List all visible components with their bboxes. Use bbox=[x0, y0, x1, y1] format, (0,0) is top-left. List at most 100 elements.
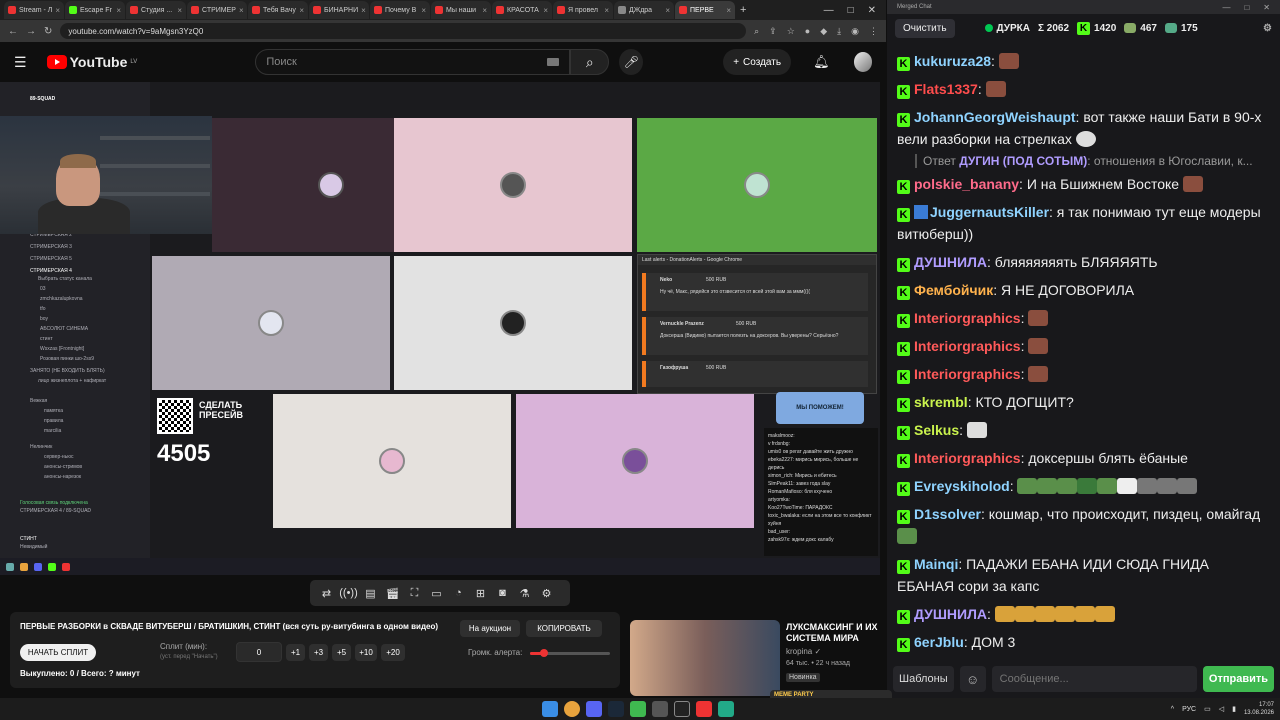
increment-button[interactable]: +3 bbox=[309, 644, 328, 661]
minimize-icon[interactable]: — bbox=[824, 5, 834, 16]
alert-volume-knob[interactable] bbox=[539, 649, 548, 657]
card-icon[interactable]: ▤ bbox=[362, 585, 379, 602]
star-icon[interactable]: ☆ bbox=[787, 26, 795, 37]
browser-tab[interactable]: Мы наши × bbox=[431, 1, 491, 19]
close-icon[interactable]: ✕ bbox=[1263, 3, 1270, 12]
close-icon[interactable]: × bbox=[177, 6, 182, 15]
browser-tab[interactable]: БИНАРНИ × bbox=[309, 1, 369, 19]
recommended-thumbnail[interactable] bbox=[630, 620, 780, 696]
emoji-button[interactable]: ☺ bbox=[959, 666, 986, 692]
hamburger-menu-icon[interactable]: ☰ bbox=[14, 54, 31, 71]
close-icon[interactable]: × bbox=[299, 6, 304, 15]
youtube-logo[interactable]: YouTube LV bbox=[46, 54, 137, 70]
flask-icon[interactable]: ⚗ bbox=[516, 585, 533, 602]
search-input[interactable]: Поиск bbox=[255, 49, 571, 75]
browser-tab[interactable]: Stream - Л × bbox=[4, 1, 64, 19]
browser-tab-active[interactable]: ПЕРВЕ × bbox=[675, 1, 735, 19]
browser-tab[interactable]: ДЖдра × bbox=[614, 1, 674, 19]
voice-search-button[interactable]: 🎤︎ bbox=[619, 49, 644, 75]
app-icon[interactable] bbox=[652, 701, 668, 717]
video-player[interactable]: 89-SQUAD СТРИМЕРСКАЯ 2 СТРИМЕРСКАЯ 3 СТР… bbox=[0, 82, 880, 575]
close-icon[interactable]: × bbox=[543, 6, 548, 15]
create-button[interactable]: + Создать bbox=[723, 49, 792, 75]
increment-button[interactable]: +10 bbox=[355, 644, 377, 661]
increment-button[interactable]: +5 bbox=[332, 644, 351, 661]
maximize-icon[interactable]: □ bbox=[848, 5, 854, 16]
forward-icon[interactable]: → bbox=[26, 26, 36, 37]
menu-icon[interactable]: ⋮ bbox=[869, 26, 878, 37]
discord-line: памятка bbox=[44, 408, 64, 414]
camera-icon[interactable]: ◙ bbox=[494, 585, 511, 602]
extension-icon[interactable]: ◆ bbox=[820, 26, 827, 37]
browser-tab[interactable]: Студия ... × bbox=[126, 1, 186, 19]
reload-icon[interactable]: ↻ bbox=[44, 26, 52, 37]
close-icon[interactable]: × bbox=[421, 6, 426, 15]
browser-tab[interactable]: СТРИМЕР × bbox=[187, 1, 247, 19]
discord-icon[interactable] bbox=[586, 701, 602, 717]
add-window-icon[interactable]: ⊞ bbox=[472, 585, 489, 602]
clapper-icon[interactable]: 🎬︎ bbox=[384, 585, 401, 602]
participant-tile bbox=[516, 394, 754, 528]
obs-icon[interactable] bbox=[674, 701, 690, 717]
increment-button[interactable]: +20 bbox=[381, 644, 405, 661]
maximize-icon[interactable]: □ bbox=[1244, 3, 1249, 12]
bell-icon[interactable]: 🔔︎ bbox=[813, 54, 830, 70]
send-button[interactable]: Отправить bbox=[1202, 666, 1274, 692]
new-tab-icon[interactable]: + bbox=[740, 4, 746, 16]
back-icon[interactable]: ← bbox=[8, 26, 18, 37]
browser-tab[interactable]: Я провел × bbox=[553, 1, 613, 19]
alert-volume-slider[interactable] bbox=[530, 649, 610, 657]
language-indicator[interactable]: РУС bbox=[1182, 706, 1196, 713]
chevron-up-icon[interactable]: ^ bbox=[1171, 706, 1174, 713]
layout-icon[interactable]: ▭ bbox=[428, 585, 445, 602]
close-icon[interactable]: × bbox=[726, 6, 731, 15]
browser-tab[interactable]: Почему В × bbox=[370, 1, 430, 19]
search-page-icon[interactable]: ⌕ bbox=[754, 26, 759, 37]
crop-icon[interactable]: ⛶ bbox=[406, 585, 423, 602]
browser-tab[interactable]: Escape Fr × bbox=[65, 1, 125, 19]
avatar[interactable] bbox=[853, 52, 873, 72]
shuffle-icon[interactable]: ⇄ bbox=[318, 585, 335, 602]
app-icon[interactable] bbox=[630, 701, 646, 717]
gear-icon[interactable]: ⚙ bbox=[538, 585, 555, 602]
close-icon[interactable]: × bbox=[116, 6, 121, 15]
close-icon[interactable]: × bbox=[665, 6, 670, 15]
chrome-icon[interactable] bbox=[564, 701, 580, 717]
copy-button[interactable]: КОПИРОВАТЬ bbox=[526, 620, 602, 637]
clear-button[interactable]: Очистить bbox=[895, 18, 955, 38]
close-window-icon[interactable]: ✕ bbox=[868, 5, 876, 16]
share-icon[interactable]: ⇪ bbox=[769, 26, 777, 37]
search-button[interactable]: ⌕ bbox=[570, 49, 610, 75]
windows-start-icon[interactable] bbox=[542, 701, 558, 717]
close-icon[interactable]: × bbox=[604, 6, 609, 15]
close-icon[interactable]: × bbox=[239, 6, 244, 15]
templates-button[interactable]: Шаблоны bbox=[893, 666, 954, 692]
broadcast-icon[interactable]: ((•)) bbox=[339, 585, 358, 602]
extension-icon[interactable]: ● bbox=[805, 26, 810, 37]
download-icon[interactable]: ⤓ bbox=[837, 26, 841, 37]
message-input[interactable] bbox=[991, 666, 1197, 692]
increment-button[interactable]: +1 bbox=[286, 644, 305, 661]
close-icon[interactable]: × bbox=[55, 6, 60, 15]
app-icon[interactable] bbox=[718, 701, 734, 717]
address-input[interactable]: youtube.com/watch?v=9aMgsn3YzQ0 bbox=[60, 23, 747, 39]
minimize-icon[interactable]: — bbox=[1222, 3, 1230, 12]
profile-icon[interactable]: ◉ bbox=[851, 26, 859, 37]
network-icon[interactable]: ▭ bbox=[1204, 705, 1211, 713]
gear-icon[interactable]: ⚙ bbox=[1263, 23, 1272, 34]
split-minutes-input[interactable]: 0 bbox=[236, 642, 282, 662]
close-icon[interactable]: × bbox=[361, 6, 366, 15]
steam-icon[interactable] bbox=[608, 701, 624, 717]
close-icon[interactable]: × bbox=[482, 6, 487, 15]
recommended-title[interactable]: ЛУКСМАКСИНГ И ИХ СИСТЕМА МИРА bbox=[786, 622, 882, 644]
volume-icon[interactable]: ◁ bbox=[1219, 705, 1224, 713]
battery-icon[interactable]: ▮ bbox=[1232, 705, 1236, 713]
app-icon[interactable] bbox=[696, 701, 712, 717]
browser-tab[interactable]: КРАСОТА × bbox=[492, 1, 552, 19]
start-split-button[interactable]: НАЧАТЬ СПЛИТ bbox=[20, 644, 96, 661]
clock[interactable]: 17:07 13.08.2026 bbox=[1244, 701, 1274, 717]
keyboard-icon[interactable] bbox=[547, 58, 560, 66]
auction-button[interactable]: На аукцион bbox=[460, 620, 520, 637]
gauge-icon[interactable]: ◔ bbox=[450, 585, 467, 602]
browser-tab[interactable]: Тебя Вачу × bbox=[248, 1, 308, 19]
